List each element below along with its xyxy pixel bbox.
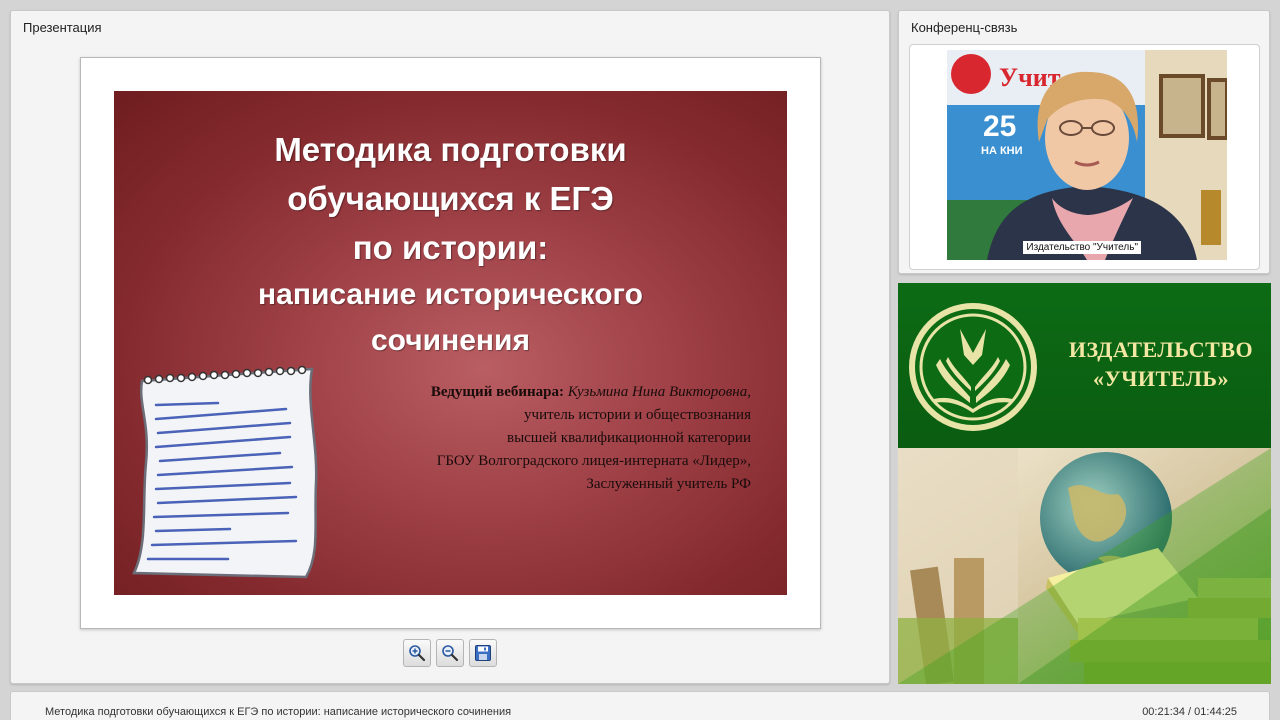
- slide-host-detail: Заслуженный учитель РФ: [586, 476, 751, 492]
- publisher-banner: ИЗДАТЕЛЬСТВО «УЧИТЕЛЬ»: [898, 283, 1271, 684]
- slide-author-block: Ведущий вебинара: Кузьмина Нина Викторов…: [331, 381, 751, 496]
- slide-title-line: Методика подготовки: [274, 131, 627, 168]
- books-globe-illustration: [898, 448, 1271, 684]
- slide-title-line: обучающихся к ЕГЭ: [287, 180, 614, 217]
- publisher-name: ИЗДАТЕЛЬСТВО «УЧИТЕЛЬ»: [1056, 335, 1266, 393]
- slide-title: Методика подготовки обучающихся к ЕГЭ по…: [114, 125, 787, 364]
- presentation-panel-title: Презентация: [23, 20, 102, 35]
- slide-host-detail: учитель истории и обществознания: [524, 407, 751, 423]
- playback-time: 00:21:34 / 01:44:25: [1142, 706, 1237, 718]
- slide-host-detail: ГБОУ Волгоградского лицея-интерната «Лид…: [436, 453, 751, 469]
- zoom-in-icon: [409, 645, 426, 662]
- presentation-panel: Презентация Методика подготовки обучающи…: [10, 10, 890, 684]
- conference-panel: Конференц-связь Учит 25 НА КНИ Издательс…: [898, 10, 1270, 274]
- playback-bar: Методика подготовки обучающихся к ЕГЭ по…: [10, 691, 1270, 720]
- svg-text:НА КНИ: НА КНИ: [981, 145, 1023, 157]
- slide-host-label: Ведущий вебинара:: [430, 384, 564, 400]
- banner-books-image: [898, 448, 1271, 684]
- conference-panel-title: Конференц-связь: [911, 20, 1018, 35]
- svg-text:25: 25: [983, 110, 1016, 143]
- zoom-out-icon: [442, 645, 459, 662]
- publisher-logo-icon: [909, 303, 1037, 431]
- zoom-in-button[interactable]: [403, 639, 431, 667]
- zoom-out-button[interactable]: [436, 639, 464, 667]
- slide-host-name: Кузьмина Нина Викторовна,: [567, 384, 751, 400]
- slide-title-line: написание исторического: [258, 278, 643, 311]
- slide-title-line: по истории:: [352, 229, 549, 266]
- publisher-name-line: ИЗДАТЕЛЬСТВО: [1068, 337, 1254, 362]
- slide: Методика подготовки обучающихся к ЕГЭ по…: [114, 91, 787, 595]
- slide-host-detail: высшей квалификационной категории: [506, 430, 751, 446]
- slide-title-line: сочинения: [371, 324, 530, 357]
- speaker-video-image: Учит 25 НА КНИ: [947, 50, 1227, 260]
- publisher-name-line: «УЧИТЕЛЬ»: [1093, 366, 1229, 391]
- paper-sheet-icon: [132, 365, 318, 579]
- slide-viewer[interactable]: Методика подготовки обучающихся к ЕГЭ по…: [80, 57, 821, 629]
- slide-host-line: Ведущий вебинара: Кузьмина Нина Викторов…: [331, 381, 751, 404]
- save-button[interactable]: [469, 639, 497, 667]
- video-container[interactable]: Учит 25 НА КНИ Издательство "Учитель": [909, 44, 1260, 270]
- banner-header: ИЗДАТЕЛЬСТВО «УЧИТЕЛЬ»: [898, 283, 1271, 448]
- video-caption: Издательство "Учитель": [1023, 241, 1141, 254]
- save-icon: [475, 645, 491, 661]
- webcam-video: Учит 25 НА КНИ Издательство "Учитель": [947, 50, 1227, 260]
- webinar-title: Методика подготовки обучающихся к ЕГЭ по…: [45, 706, 512, 718]
